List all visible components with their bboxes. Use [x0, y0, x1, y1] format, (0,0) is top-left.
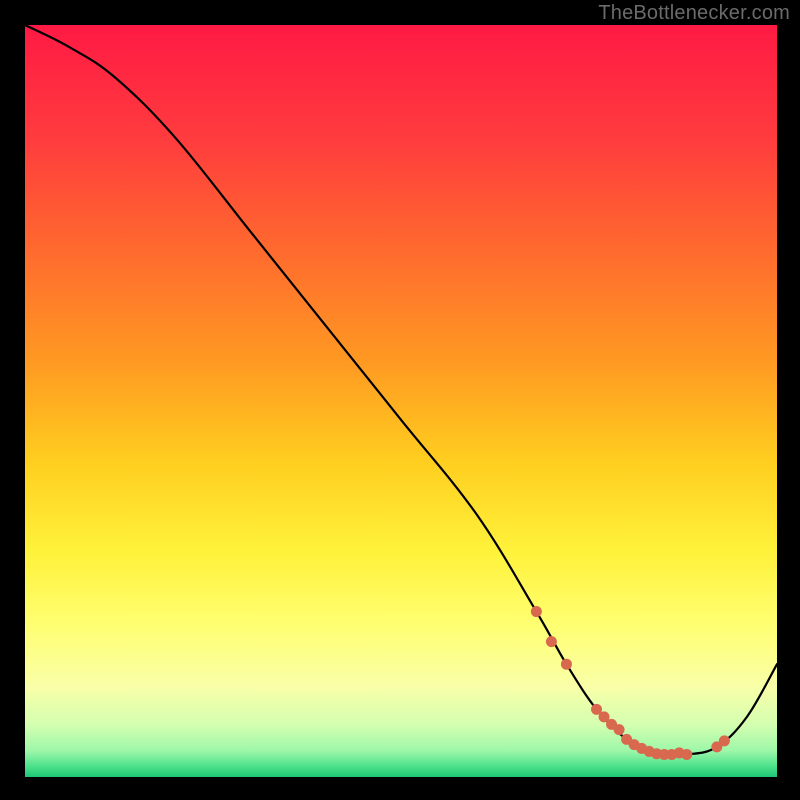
data-marker	[546, 636, 557, 647]
chart-stage: TheBottlenecker.com	[0, 0, 800, 800]
watermark-text: TheBottlenecker.com	[598, 2, 790, 25]
marker-group	[531, 606, 730, 760]
curve-layer	[25, 25, 777, 777]
data-marker	[614, 724, 625, 735]
data-marker	[531, 606, 542, 617]
plot-area	[25, 25, 777, 777]
bottleneck-curve	[25, 25, 777, 756]
data-marker	[681, 749, 692, 760]
data-marker	[561, 659, 572, 670]
data-marker	[719, 735, 730, 746]
